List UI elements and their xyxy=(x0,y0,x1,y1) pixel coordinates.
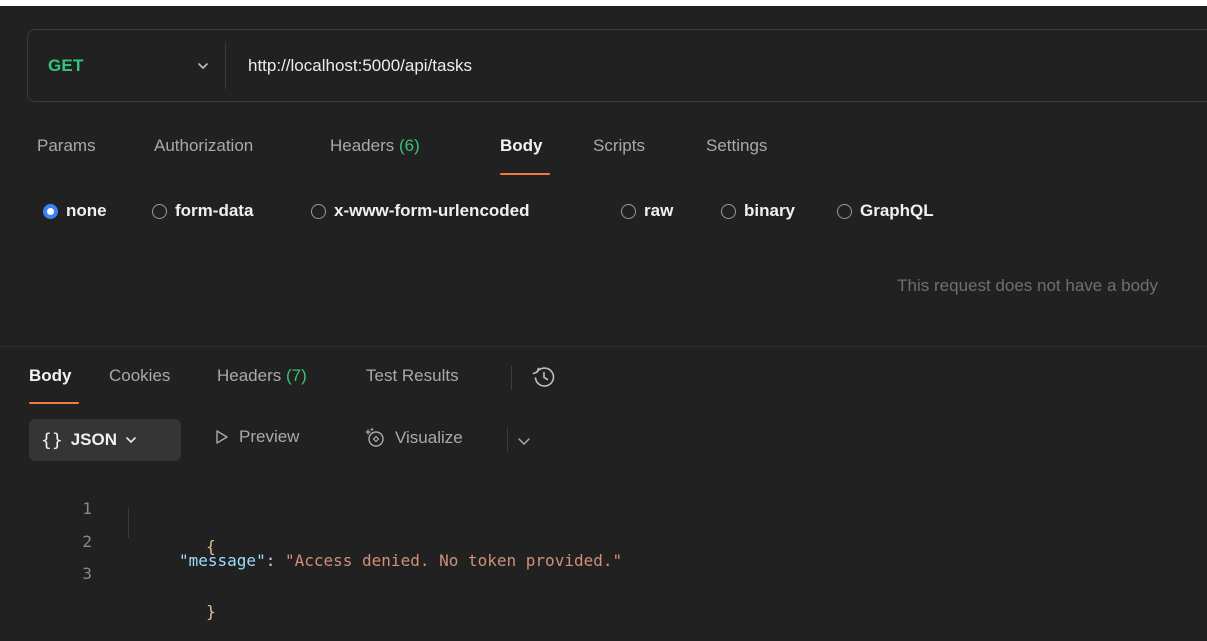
tab-scripts[interactable]: Scripts xyxy=(593,136,645,156)
json-colon: : xyxy=(265,551,285,570)
app-window: GET Params Authorization Headers (6) Bod… xyxy=(0,0,1207,641)
code-content: } xyxy=(129,583,216,640)
method-label: GET xyxy=(48,55,84,75)
chevron-down-icon xyxy=(126,437,136,443)
radio-checked-icon xyxy=(43,203,58,219)
radio-graphql[interactable]: GraphQL xyxy=(837,201,934,221)
radio-raw[interactable]: raw xyxy=(621,201,673,221)
radio-form-data[interactable]: form-data xyxy=(152,201,253,221)
url-input[interactable] xyxy=(248,52,948,80)
code-line: 2 "message": "Access denied. No token pr… xyxy=(0,513,622,570)
visualize-icon xyxy=(365,427,384,447)
chevron-down-icon xyxy=(198,63,208,69)
radio-label: GraphQL xyxy=(860,201,934,220)
radio-label: none xyxy=(66,201,107,220)
line-number: 1 xyxy=(82,499,92,518)
tab-label: Authorization xyxy=(154,136,254,155)
line-number: 3 xyxy=(82,564,92,583)
radio-unchecked-icon xyxy=(837,203,852,219)
tab-label: Headers xyxy=(217,366,282,385)
tab-body[interactable]: Body xyxy=(500,136,543,156)
json-braces-icon: {} xyxy=(41,429,63,451)
method-select[interactable]: GET xyxy=(48,30,224,101)
indent-guide xyxy=(128,508,129,538)
tab-settings[interactable]: Settings xyxy=(706,136,767,156)
active-tab-underline xyxy=(500,173,550,175)
preview-label: Preview xyxy=(239,427,300,446)
tab-label: Cookies xyxy=(109,366,171,385)
code-line: 3 } xyxy=(0,545,215,621)
url-divider xyxy=(225,43,226,89)
radio-unchecked-icon xyxy=(152,203,167,219)
tab-label: Body xyxy=(29,366,72,385)
code-content: "message": "Access denied. No token prov… xyxy=(179,551,622,570)
json-key: "message" xyxy=(179,551,266,570)
response-format-select[interactable]: {} JSON xyxy=(29,419,181,461)
play-outline-icon xyxy=(216,430,228,444)
radio-label: binary xyxy=(744,201,796,220)
headers-count: (6) xyxy=(399,136,420,155)
radio-x-www-form-urlencoded[interactable]: x-www-form-urlencoded xyxy=(311,201,530,221)
no-body-message: This request does not have a body xyxy=(897,276,1158,295)
history-icon[interactable] xyxy=(531,364,557,390)
tab-label: Scripts xyxy=(593,136,645,155)
tab-params[interactable]: Params xyxy=(37,136,96,156)
active-response-tab-underline xyxy=(29,402,79,404)
tab-separator xyxy=(511,366,512,390)
visualize-button[interactable]: Visualize xyxy=(364,427,463,449)
tab-label: Body xyxy=(500,136,543,155)
visualize-label: Visualize xyxy=(395,428,463,447)
response-tab-cookies[interactable]: Cookies xyxy=(109,366,170,386)
radio-unchecked-icon xyxy=(311,203,326,219)
json-string-value: "Access denied. No token provided." xyxy=(284,551,623,570)
radio-label: raw xyxy=(644,201,674,220)
tab-headers[interactable]: Headers (6) xyxy=(330,136,420,156)
url-bar: GET xyxy=(27,29,1207,102)
preview-button[interactable]: Preview xyxy=(214,427,299,447)
radio-unchecked-icon xyxy=(621,203,636,219)
tab-label: Headers xyxy=(330,136,395,155)
tab-label: Settings xyxy=(706,136,768,155)
radio-unchecked-icon xyxy=(721,203,736,219)
radio-label: form-data xyxy=(175,201,254,220)
toolbar-separator xyxy=(507,427,508,452)
headers-count: (7) xyxy=(286,366,307,385)
json-brace: } xyxy=(206,602,216,621)
response-tab-test-results[interactable]: Test Results xyxy=(366,366,459,386)
chevron-down-icon[interactable] xyxy=(516,433,532,449)
line-number: 2 xyxy=(82,532,92,551)
code-line: 1 { xyxy=(0,480,215,556)
tab-label: Test Results xyxy=(366,366,459,385)
radio-none[interactable]: none xyxy=(43,201,107,221)
tab-authorization[interactable]: Authorization xyxy=(154,136,253,156)
tab-label: Params xyxy=(37,136,96,155)
top-strip xyxy=(0,0,1207,6)
format-label: JSON xyxy=(70,430,117,449)
section-divider xyxy=(0,346,1207,347)
radio-label: x-www-form-urlencoded xyxy=(334,201,530,220)
radio-binary[interactable]: binary xyxy=(721,201,795,221)
response-tab-headers[interactable]: Headers (7) xyxy=(217,366,307,386)
response-tab-body[interactable]: Body xyxy=(29,366,72,386)
